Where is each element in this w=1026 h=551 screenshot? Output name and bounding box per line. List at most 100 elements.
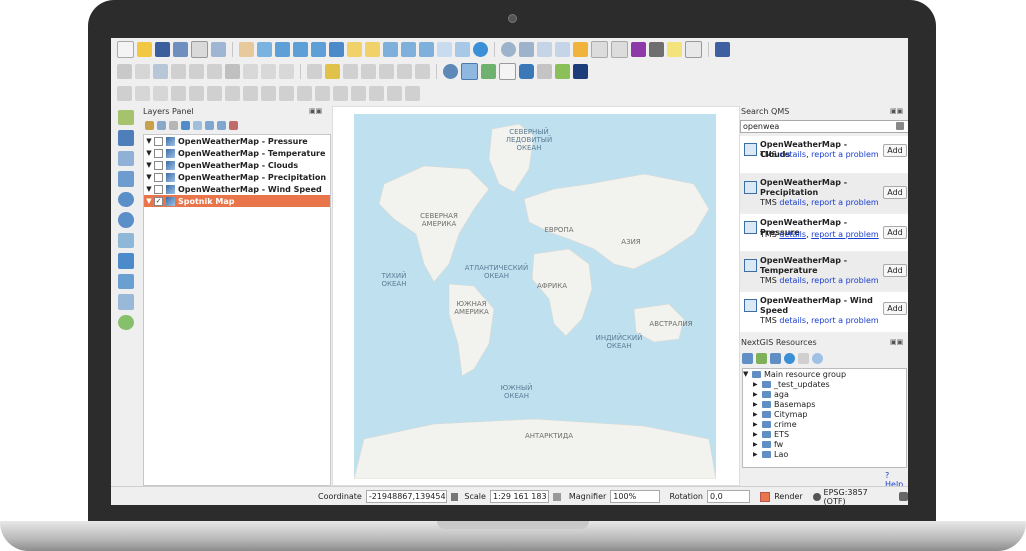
add-vector-layer-icon[interactable] [118,110,134,126]
label-rotate-icon[interactable] [379,64,394,79]
paste-features-icon[interactable] [279,64,294,79]
qms-icon[interactable] [443,64,458,79]
gps-tools-icon[interactable] [118,314,134,330]
save-project-icon[interactable] [155,42,170,57]
pan-icon[interactable] [239,42,254,57]
plugin-icon[interactable] [537,64,552,79]
expand-arrow-icon[interactable]: ▼ [144,161,154,169]
collapse-arrow-icon[interactable]: ▶ [753,441,762,448]
save-edits-icon[interactable] [153,64,168,79]
offset-curve-icon[interactable] [315,86,330,101]
rotate-feature-icon[interactable] [171,86,186,101]
tree-node[interactable]: ▶ ETS [743,429,906,439]
filter-icon[interactable] [181,120,190,130]
tree-node[interactable]: ▶ Basemaps [743,399,906,409]
node-tool-icon[interactable] [207,64,222,79]
toggle-editing-icon[interactable] [135,64,150,79]
rotation-field[interactable]: 0,0 [707,490,751,503]
layer-item[interactable]: ▼ OpenWeatherMap - Temperature [144,147,330,159]
diagram-icon[interactable] [415,64,430,79]
label-pin-icon[interactable] [325,64,340,79]
style-icon[interactable] [145,120,154,130]
tree-node[interactable]: ▶ _test_updates [743,379,906,389]
tree-root[interactable]: ▼ Main resource group [743,369,906,379]
ngw-open-map-icon[interactable] [798,352,809,364]
text-annotation-icon[interactable] [685,41,702,58]
collapse-arrow-icon[interactable]: ▶ [753,431,762,438]
delete-ring-icon[interactable] [261,86,276,101]
report-link[interactable]: report a problem [811,276,879,285]
add-spatialite-icon[interactable] [118,171,134,187]
delete-selected-icon[interactable] [225,64,240,79]
advanced-digitize-icon[interactable] [117,86,132,101]
add-wms-icon[interactable] [118,191,134,208]
details-link[interactable]: details [779,230,806,239]
layer-checkbox[interactable] [154,160,163,170]
tree-node[interactable]: ▶ fw [743,439,906,449]
redo-icon[interactable] [153,86,168,101]
split-parts-icon[interactable] [351,86,366,101]
expand-arrow-icon[interactable]: ▼ [144,149,154,157]
label-icon[interactable] [307,64,322,79]
collapse-arrow-icon[interactable]: ▶ [753,391,762,398]
ngw-folder-icon[interactable] [770,352,781,364]
details-link[interactable]: details [779,276,806,285]
identify-icon[interactable] [501,42,516,57]
open-project-icon[interactable] [137,42,152,57]
ngw-settings-icon[interactable] [812,352,823,364]
attribute-table-icon[interactable] [573,42,588,57]
ngw-refresh-icon[interactable] [784,352,795,364]
layer-checkbox-checked[interactable]: ✓ [154,196,163,206]
layer-checkbox[interactable] [154,172,163,182]
collapse-arrow-icon[interactable]: ▶ [753,411,762,418]
statistics-sum-icon[interactable] [631,42,646,57]
layer-item[interactable]: ▼ OpenWeatherMap - Pressure [144,135,330,147]
zoom-layer-icon[interactable] [365,42,380,57]
zoom-full-icon[interactable] [329,42,344,57]
tree-node[interactable]: ▶ crime [743,419,906,429]
tree-node[interactable]: ▶ aga [743,389,906,399]
layer-item-selected[interactable]: ▼ ✓ Spotnik Map [144,195,330,207]
collapse-arrow-icon[interactable]: ▶ [753,451,762,458]
split-features-icon[interactable] [333,86,348,101]
expand-all-icon[interactable] [205,120,214,130]
map-tips-icon[interactable] [667,42,682,57]
render-checkbox[interactable] [760,491,771,502]
panel-float-close-icon[interactable]: ▣▣ [890,338,903,346]
layout-manager-icon[interactable] [211,42,226,57]
expand-arrow-icon[interactable]: ▼ [743,370,752,378]
undo-icon[interactable] [135,86,150,101]
plugin-manager-icon[interactable] [555,64,570,79]
toolbox-icon[interactable] [611,41,628,58]
ngw-connect-icon[interactable] [742,352,753,364]
copy-features-icon[interactable] [261,64,276,79]
delete-part-icon[interactable] [279,86,294,101]
simplify-icon[interactable] [189,86,204,101]
add-button[interactable]: Add [883,226,907,239]
new-shapefile-icon[interactable] [118,294,134,310]
layer-item[interactable]: ▼ OpenWeatherMap - Clouds [144,159,330,171]
measure-icon[interactable] [649,42,664,57]
add-button[interactable]: Add [883,186,907,199]
deselect-icon[interactable] [555,42,570,57]
tree-node[interactable]: ▶ Lao [743,449,906,459]
clear-search-icon[interactable] [896,122,904,130]
add-virtual-layer-icon[interactable] [118,273,134,290]
zoom-last-icon[interactable] [401,42,416,57]
add-part-icon[interactable] [225,86,240,101]
details-link[interactable]: details [779,316,806,325]
panel-float-close-icon[interactable]: ▣▣ [890,107,903,115]
fill-ring-icon[interactable] [243,86,258,101]
extents-toggle-icon[interactable] [450,492,459,501]
layer-item[interactable]: ▼ OpenWeatherMap - Wind Speed [144,183,330,195]
zoom-next-icon[interactable] [419,42,434,57]
cut-features-icon[interactable] [243,64,258,79]
zoom-selection-icon[interactable] [347,42,362,57]
filter-map-icon[interactable] [193,120,202,130]
rotate-point-icon[interactable] [405,86,420,101]
qms-search-icon[interactable] [461,63,478,80]
select-features-icon[interactable] [519,42,534,57]
zoom-out-icon[interactable] [293,42,308,57]
crs-icon[interactable] [812,492,821,501]
nextgis-connect-icon[interactable] [481,64,496,79]
